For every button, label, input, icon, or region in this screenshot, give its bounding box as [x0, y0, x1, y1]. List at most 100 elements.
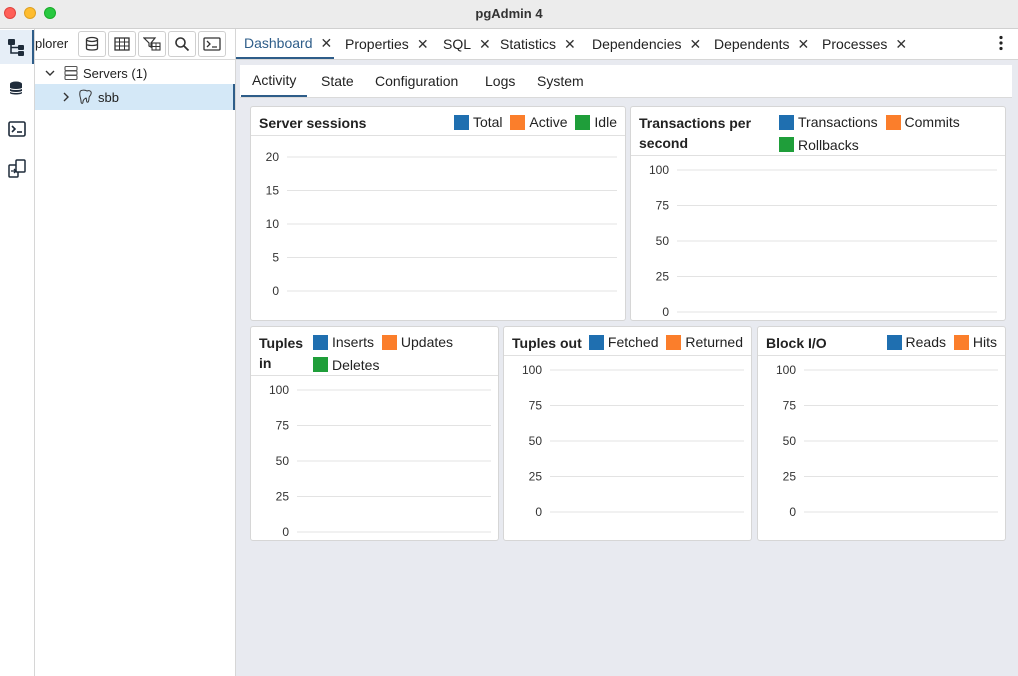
y-tick-label: 0 — [272, 284, 279, 298]
tab-sql[interactable]: SQL ✕ — [443, 29, 491, 59]
postgres-elephant-icon — [79, 89, 92, 104]
y-tick-label: 0 — [535, 505, 542, 519]
subtab-logs[interactable]: Logs — [474, 65, 526, 97]
terminal-icon — [203, 37, 221, 51]
subtab-system[interactable]: System — [526, 65, 595, 97]
chevron-down-icon — [45, 70, 55, 76]
tuples-in-panel: Tuples in Inserts Updates Deletes 100 75 5… — [250, 326, 499, 541]
query-tool-toolbar-button[interactable] — [78, 31, 106, 57]
object-explorer-toolbar — [78, 31, 226, 57]
activity-bar — [0, 29, 35, 676]
y-tick-label: 0 — [789, 505, 796, 519]
legend-item-rollbacks: Rollbacks — [779, 135, 859, 155]
main-tab-bar: Dashboard ✕ Properties ✕ SQL ✕ Statistics ✕ … — [236, 29, 1018, 60]
y-tick-label: 50 — [529, 434, 543, 448]
legend-item-transactions: Transactions — [779, 112, 878, 132]
filtered-rows-button[interactable] — [138, 31, 166, 57]
tuples-in-chart: 100 75 50 25 0 — [269, 383, 491, 539]
legend-item-deletes: Deletes — [313, 355, 379, 375]
y-tick-label: 25 — [529, 470, 543, 484]
main-area: Dashboard ✕ Properties ✕ SQL ✕ Statistics ✕ … — [236, 29, 1018, 676]
y-tick-label: 25 — [783, 470, 797, 484]
tuples-in-title: Tuples in — [259, 335, 304, 371]
more-options-icon[interactable] — [998, 35, 1004, 51]
tab-label: SQL — [443, 36, 472, 52]
search-objects-button[interactable] — [168, 31, 196, 57]
tab-properties[interactable]: Properties ✕ — [345, 29, 429, 59]
tree-node-server-sbb[interactable]: sbb — [35, 84, 235, 110]
y-tick-label: 50 — [656, 234, 670, 248]
block-io-title: Block I/O — [766, 335, 827, 351]
schema-diff-icon — [8, 159, 26, 178]
tree-node-servers[interactable]: Servers (1) — [35, 60, 235, 86]
block-io-panel: Block I/O Reads Hits 100 75 50 25 0 — [757, 326, 1006, 541]
tab-label: Statistics — [500, 36, 557, 52]
y-tick-label: 75 — [276, 419, 290, 433]
tab-label: Dependents — [714, 36, 790, 52]
close-icon[interactable]: ✕ — [798, 36, 810, 53]
tab-processes[interactable]: Processes ✕ — [822, 29, 907, 59]
psql-tool-button[interactable] — [0, 112, 34, 146]
tuples-out-chart: 100 75 50 25 0 — [522, 363, 744, 519]
server-sessions-legend: Total Active Idle — [450, 112, 617, 135]
tree-node-label: Servers (1) — [83, 65, 148, 81]
close-icon[interactable]: ✕ — [564, 36, 576, 53]
subtab-state[interactable]: State — [310, 65, 365, 97]
y-tick-label: 0 — [282, 525, 289, 539]
tuples-out-title: Tuples out — [512, 335, 582, 351]
y-tick-label: 5 — [272, 251, 279, 265]
object-explorer-panel: plorer Servers (1) sbb — [35, 29, 236, 676]
y-tick-label: 50 — [276, 454, 290, 468]
tree-icon — [8, 39, 24, 56]
y-tick-label: 75 — [529, 399, 543, 413]
y-tick-label: 100 — [649, 163, 669, 177]
legend-item-total: Total — [453, 112, 503, 132]
y-tick-label: 20 — [266, 150, 280, 164]
y-tick-label: 75 — [783, 399, 797, 413]
legend-item-updates: Updates — [381, 332, 453, 352]
object-explorer-title: plorer — [35, 36, 69, 51]
tab-statistics[interactable]: Statistics ✕ — [500, 29, 576, 59]
block-io-legend: Reads Hits — [883, 332, 997, 355]
legend-item-returned: Returned — [666, 332, 743, 352]
legend-item-hits: Hits — [953, 332, 997, 352]
close-icon[interactable]: ✕ — [895, 36, 907, 53]
object-explorer-button[interactable] — [0, 30, 34, 64]
tuples-out-legend: Fetched Returned — [585, 332, 743, 355]
legend-item-reads: Reads — [886, 332, 946, 352]
dashboard-subtabs: Activity State Configuration Logs System — [240, 65, 1012, 98]
schema-diff-button[interactable] — [0, 152, 34, 186]
y-tick-label: 100 — [522, 363, 542, 377]
legend-item-fetched: Fetched — [588, 332, 659, 352]
close-icon[interactable]: ✕ — [417, 36, 429, 53]
filter-table-icon — [143, 37, 161, 51]
legend-item-commits: Commits — [885, 112, 960, 132]
tab-label: Dashboard — [244, 35, 313, 51]
y-tick-label: 25 — [276, 490, 290, 504]
transactions-legend: Transactions Commits Rollbacks — [775, 112, 1000, 157]
query-tool-button[interactable] — [0, 72, 34, 106]
y-tick-label: 15 — [266, 184, 280, 198]
y-tick-label: 75 — [656, 199, 670, 213]
tab-dependents[interactable]: Dependents ✕ — [714, 29, 809, 59]
view-data-button[interactable] — [108, 31, 136, 57]
y-tick-label: 50 — [783, 434, 797, 448]
tab-label: Processes — [822, 36, 888, 52]
block-io-chart: 100 75 50 25 0 — [776, 363, 998, 519]
subtab-configuration[interactable]: Configuration — [364, 65, 469, 97]
tab-label: Properties — [345, 36, 409, 52]
tuples-out-panel: Tuples out Fetched Returned 100 75 50 25 0 — [503, 326, 752, 541]
terminal-icon — [8, 121, 26, 137]
psql-toolbar-button[interactable] — [198, 31, 226, 57]
close-icon[interactable]: ✕ — [690, 36, 702, 53]
close-icon[interactable]: ✕ — [321, 35, 333, 52]
tab-dependencies[interactable]: Dependencies ✕ — [592, 29, 701, 59]
y-tick-label: 0 — [662, 305, 669, 319]
server-sessions-chart: 20 15 10 5 0 — [266, 150, 617, 298]
close-icon[interactable]: ✕ — [479, 36, 491, 53]
tab-dashboard[interactable]: Dashboard ✕ — [236, 29, 334, 59]
legend-item-inserts: Inserts — [313, 332, 374, 352]
object-explorer-header: plorer — [35, 29, 235, 60]
y-tick-label: 100 — [776, 363, 796, 377]
subtab-activity[interactable]: Activity — [241, 65, 308, 97]
